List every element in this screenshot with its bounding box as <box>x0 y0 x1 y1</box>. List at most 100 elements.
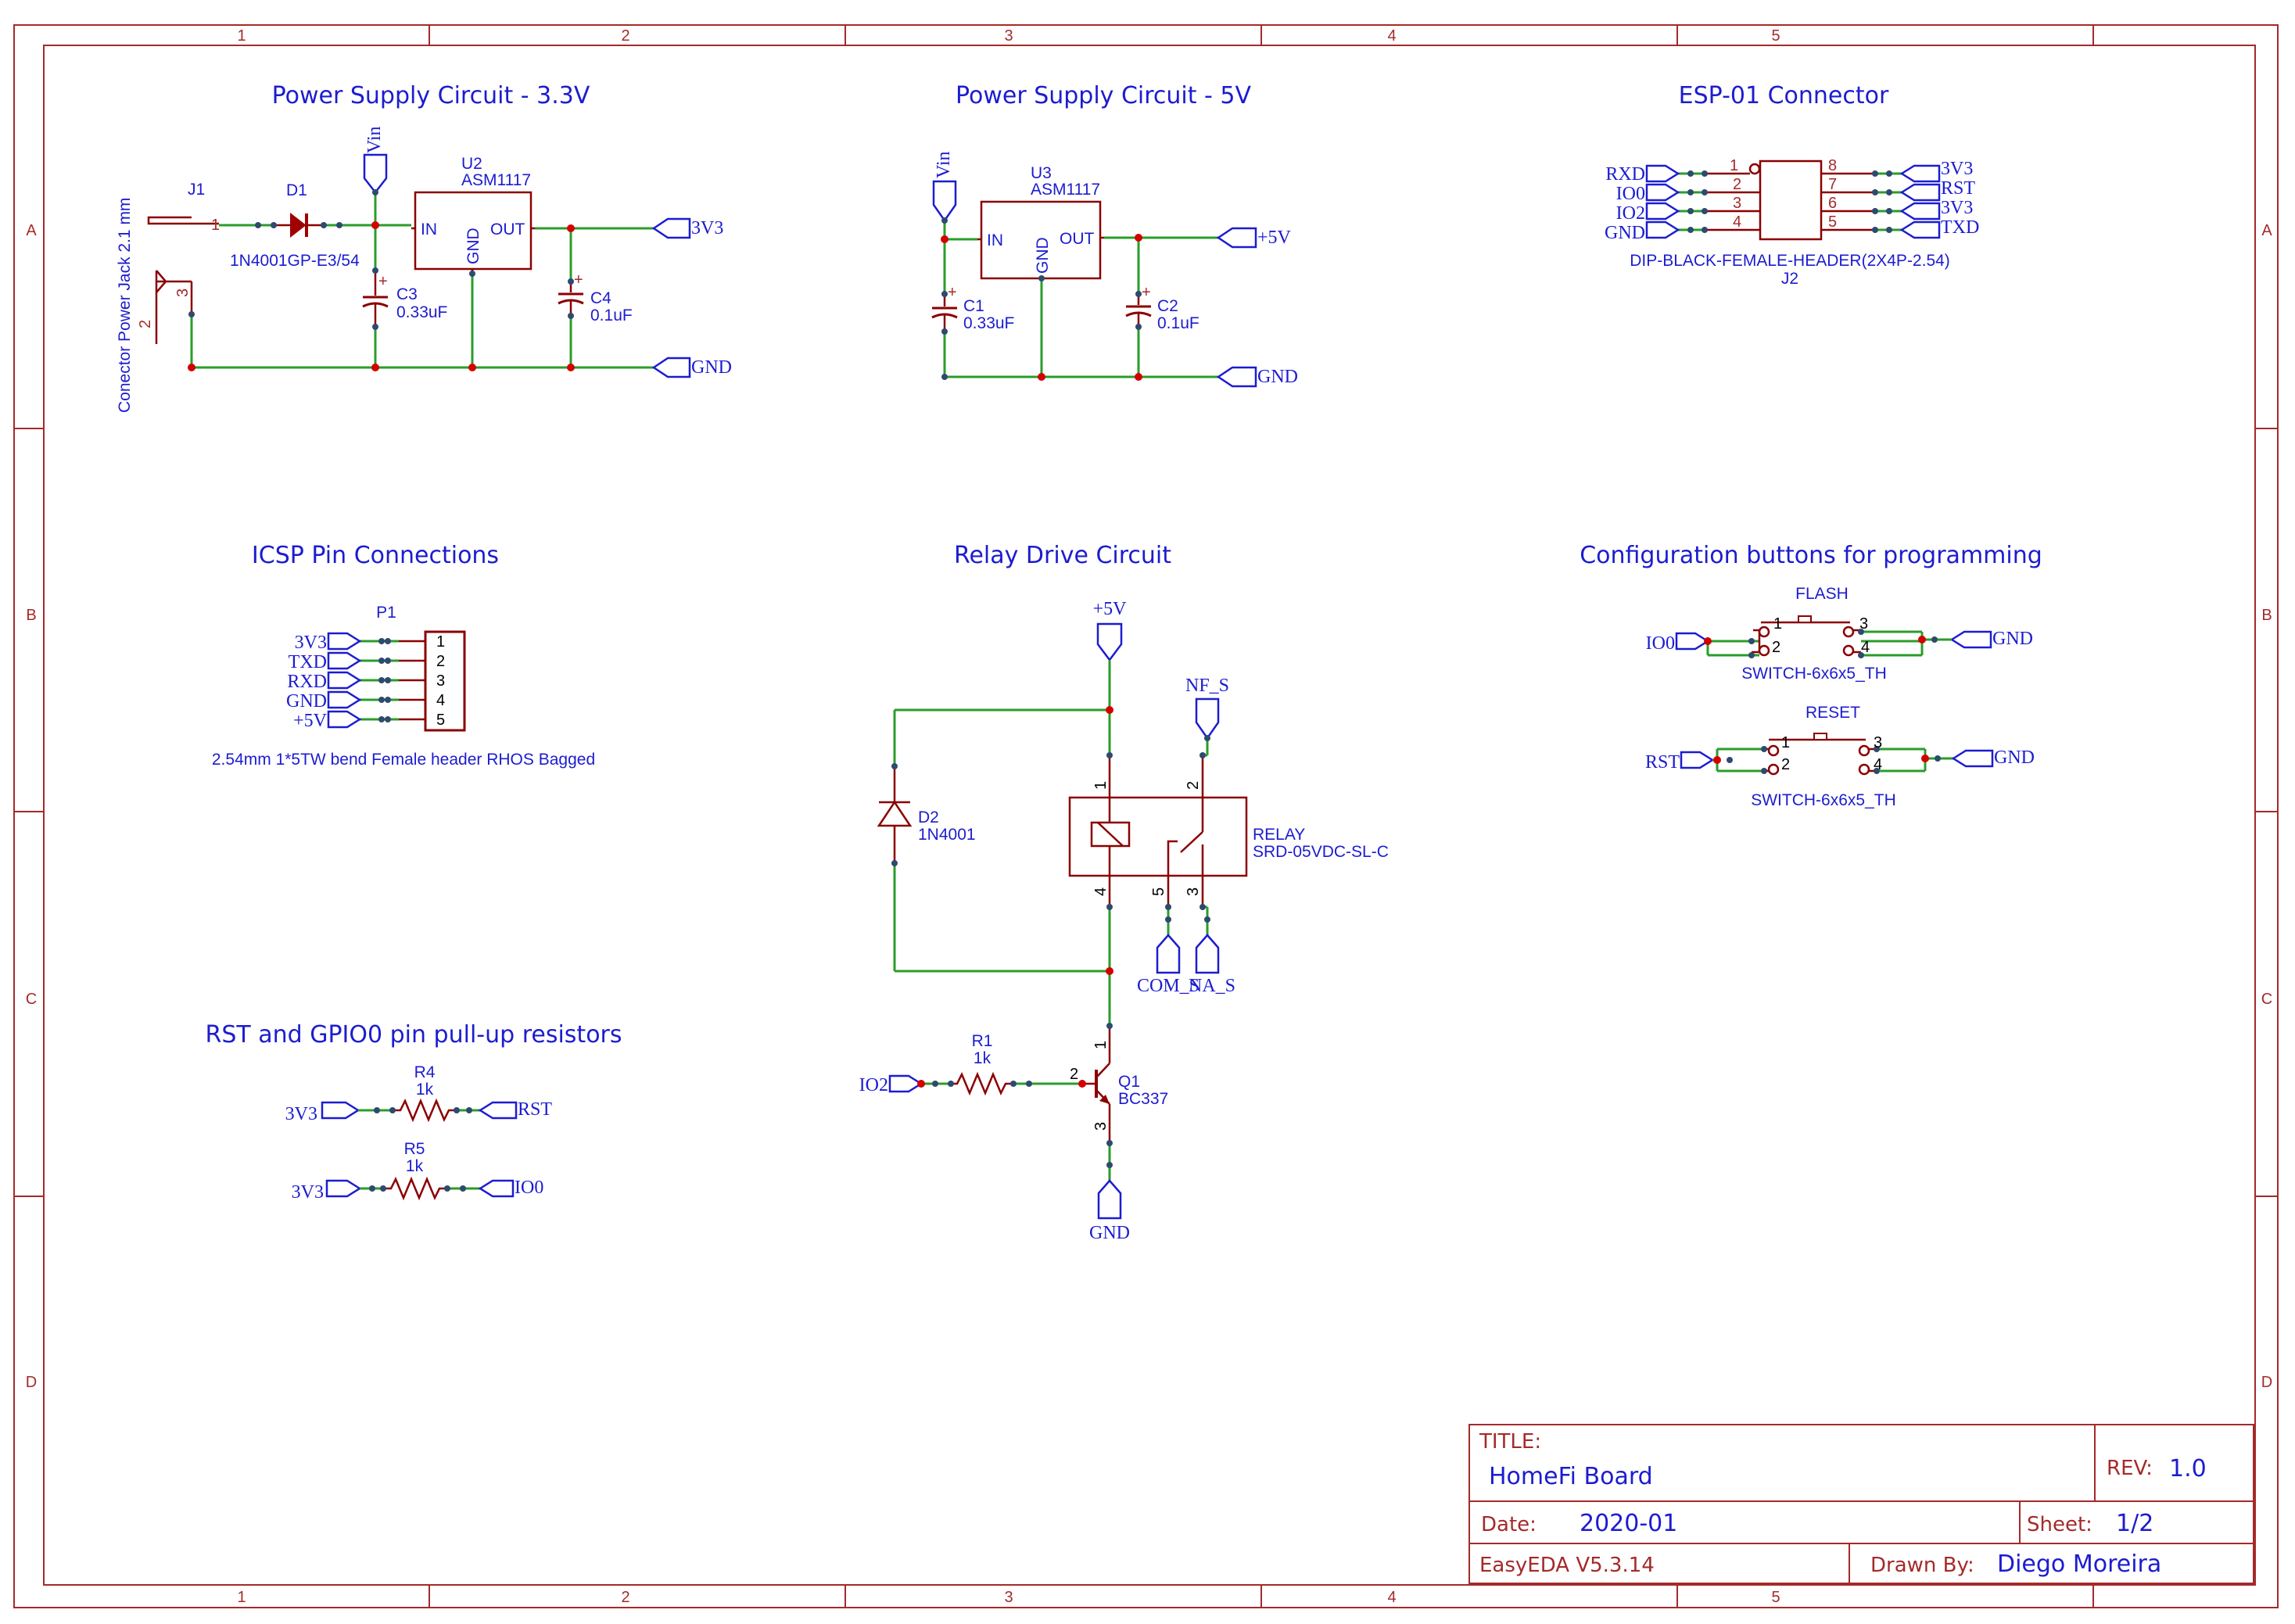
drawn-by-label: Drawn By: <box>1870 1554 1974 1577</box>
esp01-net-3v3-a: 3V3 <box>1941 159 1973 179</box>
relay-flag-com <box>1156 934 1181 974</box>
relay-pin-5: 5 <box>1150 887 1167 896</box>
vin-label-33: Vin <box>364 126 385 153</box>
r1-value: 1k <box>974 1049 992 1067</box>
reset-button[interactable] <box>1680 733 1994 776</box>
relay-flag-na <box>1195 934 1220 974</box>
icsp-flag-rxd <box>327 671 362 690</box>
r4-value: 1k <box>416 1081 434 1099</box>
section-title-icsp: ICSP Pin Connections <box>252 542 499 569</box>
zone-row-d-right: D <box>2261 1374 2272 1391</box>
j1-pin-2: 2 <box>137 320 154 328</box>
relay-pin-1: 1 <box>1092 781 1110 790</box>
j1-ref: J1 <box>188 181 205 199</box>
zone-row-c-left: C <box>26 991 37 1008</box>
flash-net-io0: IO0 <box>1646 633 1675 654</box>
net-flag-gnd-33 <box>651 357 691 378</box>
r5-pullup[interactable] <box>325 1176 515 1201</box>
esp01-net-gnd: GND <box>1605 223 1645 243</box>
r4-net-rst: RST <box>518 1099 552 1120</box>
esp01-flag-rxd <box>1645 164 1680 183</box>
relay-net-gnd: GND <box>1089 1223 1130 1243</box>
j1-pin-3: 3 <box>174 289 192 297</box>
tool-version: EasyEDA V5.3.14 <box>1479 1554 1655 1577</box>
r4-pullup[interactable] <box>321 1098 518 1123</box>
relay-flag-5v <box>1096 622 1123 662</box>
q1-ref: Q1 <box>1118 1073 1140 1091</box>
relay-net-io2: IO2 <box>859 1075 888 1095</box>
esp01-connector[interactable] <box>1678 160 1902 241</box>
u3-value: ASM1117 <box>1031 181 1100 199</box>
vin-label-5: Vin <box>934 151 954 178</box>
zone-col-1-top: 1 <box>237 27 246 45</box>
relay-net-nf: NF_S <box>1185 676 1229 696</box>
zone-row-b-right: B <box>2261 607 2272 624</box>
flash-button[interactable] <box>1675 615 1992 658</box>
section-title-pullups: RST and GPIO0 pin pull-up resistors <box>205 1021 622 1049</box>
relay-flag-nf <box>1195 697 1220 740</box>
icsp-pin-3: 3 <box>436 672 445 690</box>
icsp-net-gnd: GND <box>286 691 327 712</box>
d2-diode[interactable] <box>877 766 913 863</box>
zone-row-a-left: A <box>26 222 37 239</box>
r1-resistor[interactable] <box>951 1071 1013 1096</box>
zone-col-1-bottom: 1 <box>237 1589 246 1606</box>
zone-row-d-left: D <box>26 1374 37 1391</box>
zone-col-2-top: 2 <box>621 27 629 45</box>
c4-ref: C4 <box>590 289 611 307</box>
net-flag-3v3-out <box>651 217 691 239</box>
esp01-flag-rst <box>1899 183 1941 202</box>
q1-pin-1: 1 <box>1092 1041 1110 1049</box>
esp01-pin-5: 5 <box>1828 213 1837 231</box>
p1-icsp-header[interactable] <box>360 630 466 732</box>
reset-pin-1: 1 <box>1781 734 1790 751</box>
vin-flag-33 <box>363 153 388 195</box>
zone-row-a-right: A <box>2261 222 2272 239</box>
sheet-label: Sheet: <box>2027 1513 2092 1536</box>
u3-pin-gnd: GND <box>1034 237 1052 274</box>
zone-row-b-left: B <box>26 607 36 624</box>
esp01-flag-io2 <box>1645 202 1680 220</box>
j1-power-jack[interactable] <box>147 216 219 344</box>
reset-net-rst: RST <box>1645 752 1680 773</box>
schematic: 1 2 3 4 5 1 2 3 4 5 A B C D A B C D Powe… <box>13 24 2279 1608</box>
relay-flag-io2 <box>888 1074 923 1093</box>
esp01-net-rxd: RXD <box>1605 164 1645 185</box>
icsp-pin-1: 1 <box>436 633 445 651</box>
d1-diode[interactable] <box>274 212 324 238</box>
r5-value: 1k <box>406 1157 424 1175</box>
vin-flag-5 <box>932 180 957 223</box>
d1-value: 1N4001GP-E3/54 <box>230 252 360 270</box>
flash-pin-3: 3 <box>1859 615 1868 633</box>
esp01-net-io2: IO2 <box>1616 203 1645 224</box>
net-label-3v3-out: 3V3 <box>691 218 723 238</box>
esp01-value: DIP-BLACK-FEMALE-HEADER(2X4P-2.54) <box>1630 252 1950 270</box>
zone-col-3-bottom: 3 <box>1004 1589 1013 1606</box>
relay-net-na: NA_S <box>1189 976 1235 996</box>
r1-ref: R1 <box>972 1032 993 1050</box>
esp01-flag-3v3-b <box>1899 202 1941 220</box>
u3-pin-in: IN <box>987 231 1003 249</box>
title-value: HomeFi Board <box>1489 1463 1653 1490</box>
relay-value: SRD-05VDC-SL-C <box>1253 843 1389 861</box>
section-title-relay: Relay Drive Circuit <box>954 542 1171 569</box>
c2-plus: + <box>1142 284 1151 301</box>
icsp-pin-4: 4 <box>436 692 445 709</box>
relay-k1[interactable] <box>1068 755 1248 907</box>
q1-pin-2: 2 <box>1070 1066 1078 1083</box>
icsp-ref: P1 <box>376 604 396 622</box>
esp01-flag-txd <box>1899 220 1941 239</box>
flash-net-gnd: GND <box>1992 629 2033 649</box>
icsp-flag-3v3 <box>327 632 362 651</box>
reset-pin-4: 4 <box>1874 756 1882 773</box>
u2-pin-gnd: GND <box>464 228 482 264</box>
esp01-pin-8: 8 <box>1828 157 1837 174</box>
zone-col-3-top: 3 <box>1004 27 1013 45</box>
drawn-by-value: Diego Moreira <box>1997 1551 2161 1578</box>
icsp-net-txd: TXD <box>289 652 327 672</box>
u2-value: ASM1117 <box>461 171 531 189</box>
reset-value: SWITCH-6x6x5_TH <box>1751 791 1896 809</box>
date-value: 2020-01 <box>1580 1510 1677 1537</box>
power-33-circuit: J1 Conector Power Jack 2.1 mm 1 2 3 D1 1… <box>116 126 732 413</box>
net-label-gnd-5: GND <box>1257 367 1298 387</box>
